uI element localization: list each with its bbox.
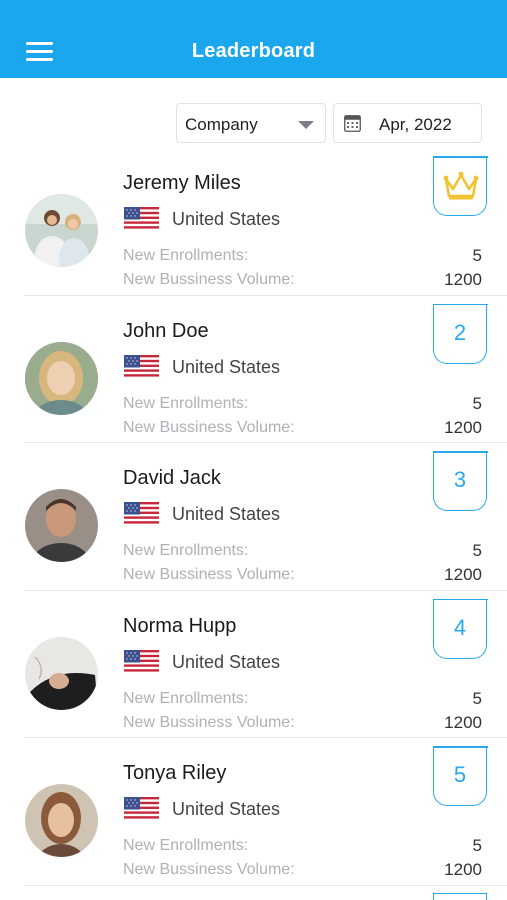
member-name: David Jack — [123, 467, 221, 489]
us-flag-icon — [124, 207, 159, 231]
member-country: United States — [172, 799, 281, 819]
rank-badge: 4 — [432, 598, 488, 659]
member-name: John Doe — [123, 319, 209, 342]
volume-label: New Bussiness Volume: — [123, 861, 295, 878]
date-picker-value: Apr, 2022 — [379, 115, 452, 134]
company-select-value: Company — [185, 115, 258, 134]
rank-number: 5 — [453, 762, 467, 787]
volume-value: 1200 — [444, 417, 482, 437]
rank-badge: 2 — [432, 303, 488, 364]
volume-label: New Bussiness Volume: — [123, 566, 295, 583]
rank-badge: 5 — [432, 746, 488, 806]
volume-label: New Bussiness Volume: — [123, 271, 295, 288]
calendar-icon — [344, 115, 361, 132]
rank-badge: 3 — [432, 451, 488, 511]
volume-value: 1200 — [444, 712, 482, 732]
us-flag-icon — [124, 797, 159, 821]
us-flag-icon — [124, 354, 159, 379]
member-name: Norma Hupp — [123, 614, 237, 637]
member-country: United States — [172, 651, 281, 672]
enrollments-label: New Enrollments: — [123, 689, 249, 707]
rank-badge — [432, 156, 488, 216]
app-header: Leaderboard — [0, 0, 507, 78]
leaderboard-row[interactable]: John Doe United States New Enrollments: … — [0, 296, 507, 443]
volume-value: 1200 — [444, 270, 482, 289]
volume-label: New Bussiness Volume: — [123, 418, 295, 436]
avatar — [25, 636, 98, 710]
date-picker[interactable]: Apr, 2022 — [333, 103, 482, 143]
leaderboard-row[interactable]: David Jack United States New Enrollments… — [0, 443, 507, 591]
rank-number: 4 — [453, 614, 467, 640]
member-country: United States — [172, 356, 281, 377]
avatar — [25, 194, 98, 267]
member-country: United States — [172, 504, 281, 524]
rank-badge-partial — [433, 893, 487, 900]
chevron-down-icon — [298, 121, 314, 129]
leaderboard-row[interactable]: Jeremy Miles United States New Enrollmen… — [0, 148, 507, 296]
enrollments-value: 5 — [472, 246, 482, 265]
leaderboard-row[interactable]: Norma Hupp United States New Enrollments… — [0, 591, 507, 738]
enrollments-label: New Enrollments: — [123, 837, 249, 854]
member-country: United States — [172, 209, 281, 229]
leaderboard-list: Jeremy Miles United States New Enrollmen… — [0, 148, 507, 886]
member-name: Jeremy Miles — [123, 172, 241, 194]
enrollments-value: 5 — [472, 688, 482, 708]
volume-value: 1200 — [444, 860, 482, 879]
enrollments-label: New Enrollments: — [123, 394, 249, 412]
volume-label: New Bussiness Volume: — [123, 713, 295, 731]
enrollments-value: 5 — [472, 541, 482, 560]
us-flag-icon — [124, 502, 159, 526]
enrollments-label: New Enrollments: — [123, 542, 249, 559]
avatar — [25, 489, 98, 562]
volume-value: 1200 — [444, 565, 482, 584]
rank-number: 3 — [453, 467, 467, 492]
avatar — [25, 784, 98, 857]
us-flag-icon — [124, 649, 159, 674]
enrollments-value: 5 — [472, 836, 482, 855]
enrollments-label: New Enrollments: — [123, 247, 249, 264]
leaderboard-row[interactable]: Tonya Riley United States New Enrollment… — [0, 738, 507, 886]
avatar — [25, 341, 98, 415]
rank-number: 2 — [453, 319, 467, 345]
company-select[interactable]: Company — [176, 103, 326, 143]
enrollments-value: 5 — [472, 393, 482, 413]
crown-icon — [443, 171, 479, 200]
member-name: Tonya Riley — [123, 762, 227, 784]
page-title: Leaderboard — [191, 40, 316, 62]
